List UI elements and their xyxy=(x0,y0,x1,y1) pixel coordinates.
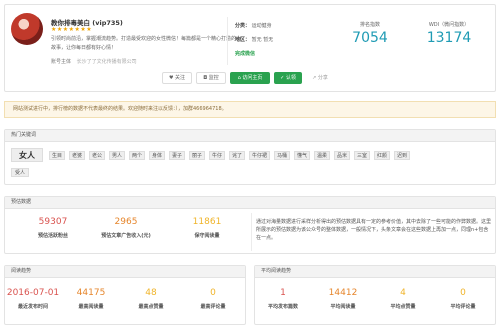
reading-stat-max-comments: 0 最高评论量 xyxy=(186,288,240,310)
keyword-chip[interactable]: 老公 xyxy=(89,151,105,160)
region-row: 地区： 暂无 暂无 xyxy=(235,36,273,43)
keyword-chip[interactable]: 温柔 xyxy=(314,151,330,160)
rank-label: 排名指数 xyxy=(359,22,380,28)
stat-value: 14412 xyxy=(328,288,358,298)
home-icon: ⌂ xyxy=(237,75,241,81)
share-icon: ↗ xyxy=(312,75,317,81)
keyword-chip[interactable]: 男人 xyxy=(109,151,125,160)
stat-label: 最近发布时间 xyxy=(17,304,48,310)
stat-label: 保守阅读量 xyxy=(194,233,220,239)
keyword-chip[interactable]: 牛仔裙 xyxy=(249,151,270,160)
stat-value: 44175 xyxy=(76,288,106,298)
stat-value: 0 xyxy=(210,288,216,298)
visit-homepage-button[interactable]: ⌂ 访问主页 xyxy=(230,72,270,84)
divider xyxy=(227,17,228,65)
account-entity: 账号主体 长沙了了文化传播有限公司 xyxy=(51,58,137,65)
average-stat-likes: 4 平均点赞量 xyxy=(376,288,430,310)
certified-badge: 完成微信 xyxy=(235,51,256,57)
keyword-chip[interactable]: 品米 xyxy=(334,151,350,160)
hot-keywords-card: 热门关键词 女人 受人 生目 老婆 老公 男人 两个 身体 妻子 丽子 牛仔 诧了 牛仔裙 马桶 懂气温… xyxy=(4,129,496,185)
stat-value: 2016-07-01 xyxy=(6,288,60,298)
average-stat-reads: 14412 平均阅读量 xyxy=(316,288,370,310)
estimate-title: 预估数据 xyxy=(5,197,495,209)
claim-label: 认领 xyxy=(285,75,296,81)
stat-value: 1 xyxy=(280,288,286,298)
stat-label: 平均点赞量 xyxy=(390,304,416,310)
keyword-chip[interactable]: 诧了 xyxy=(229,151,245,160)
hot-keywords-title: 热门关键词 xyxy=(5,130,495,142)
region-value: 暂无 暂无 xyxy=(251,37,274,43)
follow-label: 关注 xyxy=(175,75,186,81)
wdi-label: WDI（微问指数） xyxy=(428,22,470,28)
visit-label: 访问主页 xyxy=(242,75,263,81)
estimate-stat-revenue: 2965 预估文章广告收入(元) xyxy=(88,217,164,239)
share-button[interactable]: ↗ 分享 xyxy=(306,72,334,84)
stat-label: 平均发布篇数 xyxy=(267,304,298,310)
rank-value: 7054 xyxy=(352,30,388,46)
keyword-chip[interactable]: 妻子 xyxy=(169,151,185,160)
stat-value: 4 xyxy=(400,288,406,298)
keyword-chip[interactable]: 三室 xyxy=(354,151,370,160)
share-label: 分享 xyxy=(317,75,328,81)
keyword-chip[interactable]: 生目 xyxy=(49,151,65,160)
follow-button[interactable]: ♥ 关注 xyxy=(162,72,192,84)
wdi-value: 13174 xyxy=(426,30,472,46)
category-row: 分类： 运动健身 xyxy=(235,22,272,29)
monitor-label: 监控 xyxy=(208,75,219,81)
stat-label: 平均阅读量 xyxy=(330,304,356,310)
account-description: 引领时尚前沿，掌握潮流趋势。打造最受欢迎的女性微信！每篇都是一个精心打造的小故事… xyxy=(51,36,242,51)
reading-stat-max-reads: 44175 最高阅读量 xyxy=(66,288,116,310)
reading-stat-max-likes: 48 最高点赞量 xyxy=(124,288,178,310)
avatar xyxy=(11,13,43,45)
keyword-chip[interactable]: 迟到 xyxy=(394,151,410,160)
stat-value: 48 xyxy=(145,288,157,298)
average-stat-comments: 0 平均评论量 xyxy=(436,288,490,310)
keyword-chip[interactable]: 丽子 xyxy=(189,151,205,160)
category-value: 运动健身 xyxy=(251,23,272,29)
keyword-chip[interactable]: 身体 xyxy=(149,151,165,160)
wdi-metric: WDI（微问指数） 13174 xyxy=(405,21,493,46)
monitor-icon: ◘ xyxy=(203,75,208,81)
stat-label: 预估活跃粉丝 xyxy=(37,233,68,239)
region-label: 地区： xyxy=(235,37,251,43)
estimate-stat-fans: 59307 预估活跃粉丝 xyxy=(14,217,92,239)
average-trend-title: 平均阅读趋势 xyxy=(255,266,495,278)
test-notice: 网站测试进行中，排行榜的数据不代表最终的结果。欢迎随时来注以反馈：），加群466… xyxy=(4,101,496,118)
check-icon: ✓ xyxy=(280,75,285,81)
keyword-chip[interactable]: 老婆 xyxy=(69,151,85,160)
monitor-button[interactable]: ◘ 监控 xyxy=(196,72,226,84)
divider xyxy=(251,213,252,251)
average-stat-posts: 1 平均发布篇数 xyxy=(256,288,310,310)
rank-metric: 排名指数 7054 xyxy=(335,21,405,46)
keyword-chip-main[interactable]: 女人 xyxy=(11,148,43,162)
claim-button[interactable]: ✓ 认领 xyxy=(274,72,302,84)
estimate-note: 通过对海量数据进行采样分析得出的预估数据具有一定的参考价值，其中去除了一些可能的… xyxy=(256,219,492,241)
stat-label: 最高点赞量 xyxy=(138,304,164,310)
keyword-chip[interactable]: 牛仔 xyxy=(209,151,225,160)
account-entity-value: 长沙了了文化传播有限公司 xyxy=(76,59,137,65)
stat-label: 平均评论量 xyxy=(450,304,476,310)
keyword-chip[interactable]: 受人 xyxy=(11,168,29,177)
category-label: 分类： xyxy=(235,23,251,29)
reading-trend-title: 阅读趋势 xyxy=(5,266,245,278)
keyword-chip[interactable]: 红颜 xyxy=(374,151,390,160)
stat-value: 2965 xyxy=(114,217,138,227)
stat-value: 59307 xyxy=(38,217,68,227)
stat-label: 预估文章广告收入(元) xyxy=(101,233,151,239)
keyword-chip[interactable]: 懂气 xyxy=(294,151,310,160)
estimate-stat-reads: 11861 保守阅读量 xyxy=(170,217,244,239)
stat-value: 0 xyxy=(460,288,466,298)
account-entity-label: 账号主体 xyxy=(51,59,72,65)
keyword-chip[interactable]: 两个 xyxy=(129,151,145,160)
heart-icon: ♥ xyxy=(168,75,174,81)
keyword-chip[interactable]: 马桶 xyxy=(274,151,290,160)
stat-value: 11861 xyxy=(192,217,222,227)
stat-label: 最高评论量 xyxy=(200,304,226,310)
rating-stars: ★★★★★★★ xyxy=(51,26,93,33)
reading-stat-latest: 2016-07-01 最近发布时间 xyxy=(6,288,60,310)
stat-label: 最高阅读量 xyxy=(78,304,104,310)
